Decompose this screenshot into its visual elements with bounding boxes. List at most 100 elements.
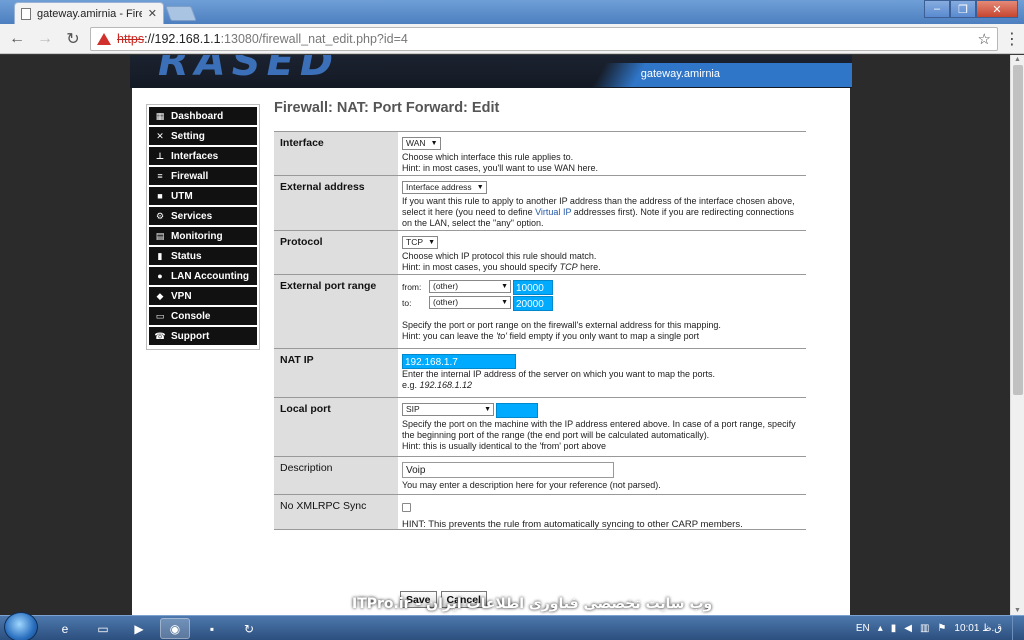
volume-icon[interactable]: ◀: [904, 623, 912, 634]
local-port-select[interactable]: SIP: [402, 403, 494, 416]
browser-titlebar: gateway.amirnia - Firewa ✕ – ❐ ✕: [0, 0, 1024, 24]
media-player-icon[interactable]: ▶: [124, 618, 154, 639]
protocol-select[interactable]: TCP: [402, 236, 438, 249]
description-input[interactable]: Voip: [402, 462, 614, 478]
url-path: :13080/firewall_nat_edit.php?id=4: [220, 31, 408, 46]
show-desktop-button[interactable]: [1012, 616, 1024, 640]
form-row-description: Description Voip You may enter a descrip…: [274, 457, 806, 495]
sidebar-item-label: UTM: [171, 190, 193, 202]
protocol-help: Choose which IP protocol this rule shoul…: [402, 251, 597, 261]
form-row-external-port-range: External port range from: (other) 10000 …: [274, 275, 806, 349]
main-content: ▦ Dashboard ✕ Setting ⊥ Interfaces ≡ Firewal…: [132, 88, 850, 615]
people-icon: ●: [157, 271, 163, 281]
sidebar-item-firewall[interactable]: ≡ Firewall: [149, 167, 257, 185]
cmd-icon[interactable]: ▪: [197, 618, 227, 639]
to-port-select[interactable]: (other): [429, 296, 511, 309]
tray-arrow-icon[interactable]: ▴: [878, 623, 883, 634]
page-title: Firewall: NAT: Port Forward: Edit: [274, 100, 500, 116]
hostname-label: gateway.amirnia: [640, 68, 720, 80]
flag-icon[interactable]: ⚑: [937, 623, 946, 634]
back-icon[interactable]: ←: [6, 28, 28, 50]
address-bar[interactable]: https://192.168.1.1:13080/firewall_nat_e…: [90, 26, 998, 51]
tab-close-icon[interactable]: ✕: [148, 7, 157, 20]
tab-title: gateway.amirnia - Firewa: [37, 7, 142, 20]
url-host: ://192.168.1.1: [144, 31, 221, 46]
clock[interactable]: 10:01 ق.ظ: [954, 623, 1002, 634]
xmlrpc-checkbox[interactable]: [402, 503, 411, 512]
external-address-select[interactable]: Interface address: [402, 181, 487, 194]
nat-ip-help: Enter the internal IP address of the ser…: [402, 369, 716, 379]
network-icon: ⊥: [155, 150, 165, 161]
port-range-help: Specify the port or port range on the fi…: [402, 320, 721, 330]
sidebar-item-lan-accounting[interactable]: ● LAN Accounting: [149, 267, 257, 285]
from-port-input[interactable]: 10000: [513, 280, 553, 295]
sidebar-item-support[interactable]: ☎ Support: [149, 327, 257, 345]
protocol-hint: Hint: in most cases, you should specify …: [402, 262, 601, 272]
battery-icon[interactable]: ▮: [891, 623, 897, 634]
start-button[interactable]: [4, 612, 38, 640]
vpn-icon: ◆: [156, 290, 164, 301]
reload-icon[interactable]: ↻: [62, 28, 84, 50]
sidebar-item-utm[interactable]: ■ UTM: [149, 187, 257, 205]
virtual-ip-link[interactable]: Virtual IP: [535, 207, 571, 217]
sidebar-item-setting[interactable]: ✕ Setting: [149, 127, 257, 145]
ie-icon[interactable]: e: [50, 618, 80, 639]
sidebar-item-dashboard[interactable]: ▦ Dashboard: [149, 107, 257, 125]
phone-icon: ☎: [154, 330, 166, 341]
form-row-interface: Interface WAN Choose which interface thi…: [274, 132, 806, 176]
app-icon[interactable]: ↻: [234, 618, 264, 639]
local-port-hint: Hint: this is usually identical to the '…: [402, 441, 607, 451]
tools-icon: ✕: [156, 130, 164, 141]
sidebar-item-label: LAN Accounting: [171, 270, 249, 282]
sidebar-item-label: Services: [171, 210, 213, 222]
sidebar-item-label: Monitoring: [171, 230, 223, 242]
sidebar-item-interfaces[interactable]: ⊥ Interfaces: [149, 147, 257, 165]
language-indicator[interactable]: EN: [856, 623, 870, 634]
nat-ip-input[interactable]: 192.168.1.7: [402, 354, 516, 369]
description-help: You may enter a description here for you…: [402, 480, 661, 490]
page-scrollbar[interactable]: ▲ ▼: [1010, 55, 1024, 615]
scroll-up-icon[interactable]: ▲: [1014, 56, 1021, 63]
nat-ip-example: e.g. 192.168.1.12: [402, 380, 473, 390]
grid-icon: ▦: [155, 110, 165, 121]
scrollbar-thumb[interactable]: [1013, 65, 1023, 395]
chrome-icon[interactable]: ◉: [160, 618, 190, 639]
close-button[interactable]: ✕: [976, 0, 1018, 18]
sidebar-item-services[interactable]: ⚙ Services: [149, 207, 257, 225]
console-icon: ▭: [155, 310, 165, 321]
sidebar-menu: ▦ Dashboard ✕ Setting ⊥ Interfaces ≡ Firewal…: [146, 104, 260, 350]
sidebar-item-monitoring[interactable]: ▤ Monitoring: [149, 227, 257, 245]
hostname-bar: [592, 63, 852, 87]
forward-icon[interactable]: →: [34, 28, 56, 50]
browser-toolbar: ← → ↻ https://192.168.1.1:13080/firewall…: [0, 24, 1024, 54]
page-viewport: RASED gateway.amirnia ▦ Dashboard ✕ Settin…: [0, 55, 1010, 615]
xmlrpc-label: No XMLRPC Sync: [274, 495, 398, 529]
firewall-icon: ≡: [157, 171, 163, 181]
scroll-down-icon[interactable]: ▼: [1014, 607, 1021, 614]
interface-select[interactable]: WAN: [402, 137, 441, 150]
local-port-input[interactable]: [496, 403, 538, 418]
sidebar-item-console[interactable]: ▭ Console: [149, 307, 257, 325]
sidebar-item-label: Dashboard: [171, 110, 224, 122]
folder-icon[interactable]: ▭: [88, 618, 118, 639]
security-warning-icon[interactable]: [97, 32, 111, 45]
sidebar-item-vpn[interactable]: ◆ VPN: [149, 287, 257, 305]
page-icon: [21, 7, 31, 20]
network-tray-icon[interactable]: ▥: [920, 623, 929, 634]
form-row-nat-ip: NAT IP 192.168.1.7 Enter the internal IP…: [274, 349, 806, 398]
form-row-protocol: Protocol TCP Choose which IP protocol th…: [274, 231, 806, 275]
form-row-local-port: Local port SIP Specify the port on the m…: [274, 398, 806, 457]
nat-ip-label: NAT IP: [274, 349, 398, 397]
browser-tab[interactable]: gateway.amirnia - Firewa ✕: [14, 2, 164, 24]
new-tab-button[interactable]: [165, 6, 197, 21]
external-port-range-label: External port range: [274, 275, 398, 348]
bookmark-star-icon[interactable]: ☆: [978, 30, 991, 48]
system-tray: EN ▴ ▮ ◀ ▥ ⚑ 10:01 ق.ظ: [856, 616, 1002, 640]
from-port-select[interactable]: (other): [429, 280, 511, 293]
restore-button[interactable]: ❐: [950, 0, 976, 18]
browser-menu-icon[interactable]: ⋮: [1004, 29, 1020, 49]
sidebar-item-status[interactable]: ▮ Status: [149, 247, 257, 265]
minimize-button[interactable]: –: [924, 0, 950, 18]
sidebar-item-label: Interfaces: [171, 150, 219, 162]
to-port-input[interactable]: 20000: [513, 296, 553, 311]
